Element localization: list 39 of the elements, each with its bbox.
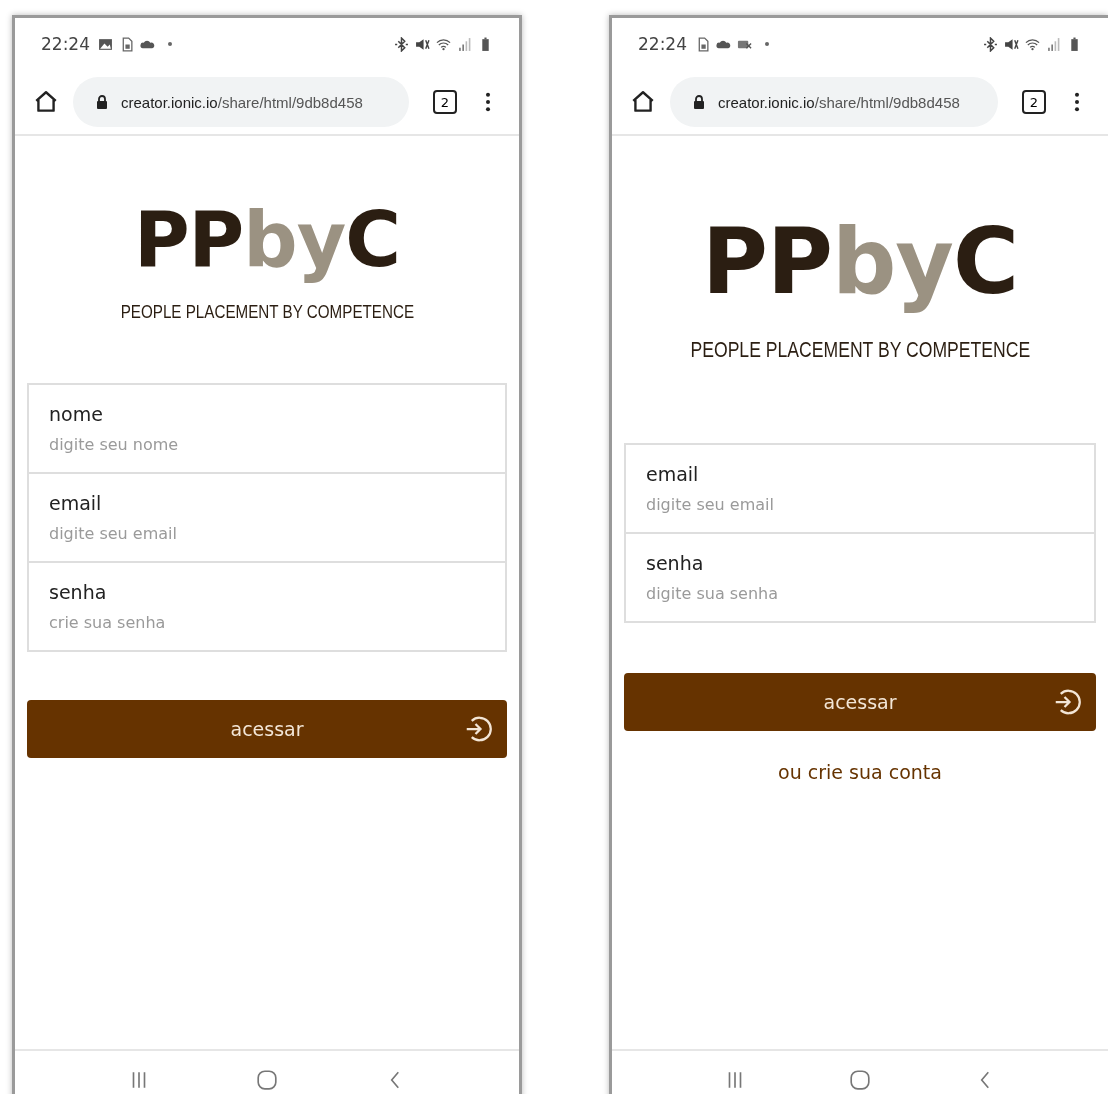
bluetooth-icon <box>394 36 409 52</box>
mute-icon <box>415 36 430 52</box>
home-icon[interactable] <box>33 89 59 115</box>
bluetooth-icon <box>983 36 998 52</box>
create-account-link[interactable]: ou crie sua conta <box>778 760 942 783</box>
more-menu-icon[interactable] <box>1074 91 1080 113</box>
input-field[interactable]: email digite seu email <box>29 472 505 561</box>
tagline: PEOPLE PLACEMENT BY COMPETENCE <box>690 336 1030 363</box>
signal-icon <box>457 36 472 52</box>
address-bar[interactable]: creator.ionic.io/share/html/9db8d458 <box>670 77 998 127</box>
image-icon <box>98 36 113 52</box>
wifi-icon <box>1025 36 1040 52</box>
url-text: creator.ionic.io/share/html/9db8d458 <box>718 93 960 111</box>
logo: PPbyC <box>701 208 1019 316</box>
dot-icon <box>167 41 173 47</box>
signal-icon <box>1046 36 1061 52</box>
input-field[interactable]: email digite seu email <box>626 444 1094 532</box>
tab-count-button[interactable]: 2 <box>433 90 457 114</box>
tab-count-button[interactable]: 2 <box>1022 90 1046 114</box>
home-icon[interactable] <box>630 89 656 115</box>
input-field[interactable]: senha crie sua senha <box>29 561 505 650</box>
input-field[interactable]: senha digite sua senha <box>626 531 1094 621</box>
lock-icon <box>692 94 706 110</box>
logo: PPbyC <box>133 194 401 286</box>
address-bar[interactable]: creator.ionic.io/share/html/9db8d458 <box>73 77 409 127</box>
mute-icon <box>1004 36 1019 52</box>
lock-icon <box>95 94 109 110</box>
more-menu-icon[interactable] <box>485 91 491 113</box>
url-text: creator.ionic.io/share/html/9db8d458 <box>121 93 363 111</box>
submit-button[interactable]: acessar <box>624 672 1096 731</box>
status-time: 22:24 <box>41 34 90 54</box>
submit-button[interactable]: acessar <box>27 700 507 758</box>
wifi-icon <box>436 36 451 52</box>
status-time: 22:24 <box>638 34 687 54</box>
dot-icon <box>764 41 770 47</box>
home-button-icon[interactable] <box>849 1069 871 1091</box>
tagline: PEOPLE PLACEMENT BY COMPETENCE <box>120 301 414 323</box>
home-button-icon[interactable] <box>256 1069 278 1091</box>
input-field[interactable]: nome digite seu nome <box>29 385 505 472</box>
